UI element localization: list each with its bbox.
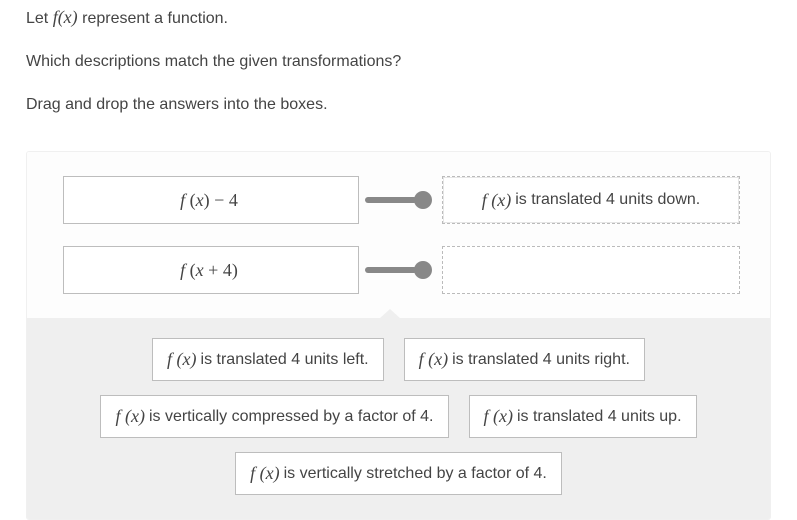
instructions: Let f(x) represent a function. Which des…	[26, 6, 771, 115]
math-fx: f(x)	[53, 7, 78, 27]
bank-row: f (x) is vertically stretched by a facto…	[55, 452, 742, 495]
text: Let	[26, 10, 53, 27]
math-fx: f (x)	[115, 406, 144, 427]
match-zone: f (x) − 4 f (x) is translated 4 units do…	[27, 152, 770, 318]
math-fx: f (x)	[250, 463, 279, 484]
match-row: f (x) − 4 f (x) is translated 4 units do…	[63, 176, 740, 224]
answer-chip[interactable]: f (x) is vertically compressed by a fact…	[100, 395, 448, 438]
instruction-line-2: Which descriptions match the given trans…	[26, 52, 771, 73]
prompt-box: f (x) − 4	[63, 176, 359, 224]
answer-chip[interactable]: f (x) is translated 4 units right.	[404, 338, 645, 381]
math-fx: f (x)	[419, 349, 448, 370]
bank-row: f (x) is vertically compressed by a fact…	[55, 395, 742, 438]
chip-text: is vertically stretched by a factor of 4…	[284, 465, 547, 483]
answer-bank: f (x) is translated 4 units left. f (x) …	[27, 318, 770, 519]
chip-text: is vertically compressed by a factor of …	[149, 408, 434, 426]
prompt-expression: f (x + 4)	[180, 260, 238, 281]
drop-text: is translated 4 units down.	[515, 191, 700, 209]
bank-row: f (x) is translated 4 units left. f (x) …	[55, 338, 742, 381]
chip-text: is translated 4 units right.	[452, 351, 630, 369]
instruction-line-3: Drag and drop the answers into the boxes…	[26, 95, 771, 116]
math-fx: f (x)	[484, 406, 513, 427]
chip-text: is translated 4 units left.	[201, 351, 369, 369]
prompt-expression: f (x) − 4	[180, 190, 238, 211]
chip-text: is translated 4 units up.	[517, 408, 682, 426]
answer-chip[interactable]: f (x) is translated 4 units left.	[152, 338, 384, 381]
math-fx: f (x)	[482, 190, 511, 211]
instruction-line-1: Let f(x) represent a function.	[26, 6, 771, 30]
answer-chip[interactable]: f (x) is vertically stretched by a facto…	[235, 452, 562, 495]
text: represent a function.	[82, 10, 228, 27]
match-row: f (x + 4)	[63, 246, 740, 294]
drop-zone[interactable]: f (x) is translated 4 units down.	[442, 176, 740, 224]
math-fx: f (x)	[167, 349, 196, 370]
drop-zone[interactable]	[442, 246, 740, 294]
pointer-icon	[379, 309, 401, 319]
connector-icon	[365, 191, 432, 209]
prompt-box: f (x + 4)	[63, 246, 359, 294]
connector-icon	[365, 261, 432, 279]
workarea: f (x) − 4 f (x) is translated 4 units do…	[26, 151, 771, 520]
answer-chip[interactable]: f (x) is translated 4 units up.	[469, 395, 697, 438]
